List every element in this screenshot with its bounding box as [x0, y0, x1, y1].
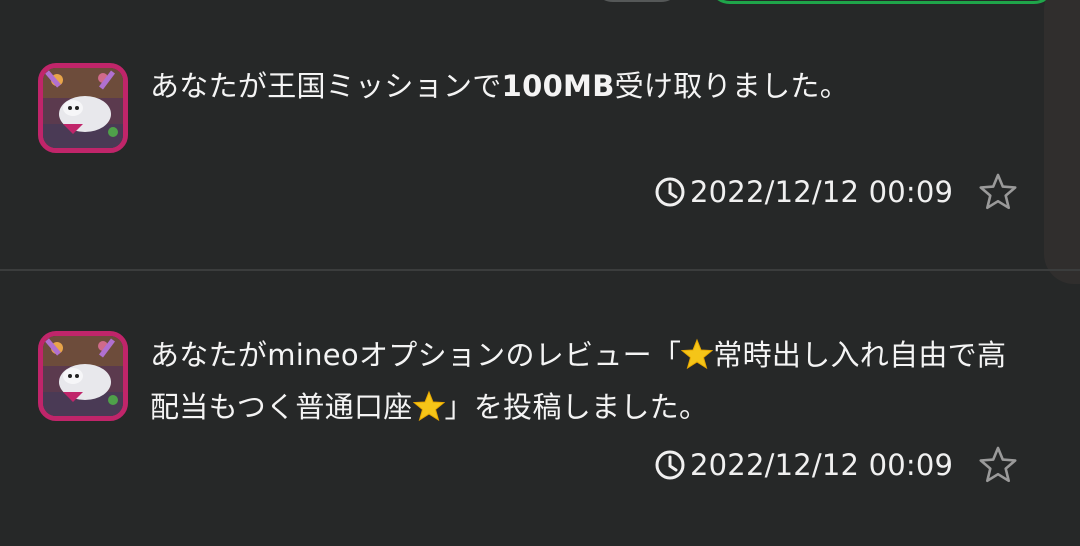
glowing-star-emoji-icon: [681, 338, 714, 370]
star-outline-icon[interactable]: [978, 172, 1018, 212]
notification-list-screen: あなたが王国ミッションで100MB受け取りました。 2022/12/12 00:…: [0, 0, 1080, 546]
notification-meta: 2022/12/12 00:09: [654, 445, 1017, 485]
clock-icon: [655, 177, 685, 207]
glowing-star-emoji-icon: [412, 390, 445, 422]
notification-item[interactable]: あなたがmineoオプションのレビュー「 常時出し入れ自由で高配当もつく普通口座」…: [0, 271, 1080, 546]
data-amount: 100MB: [501, 69, 615, 103]
timestamp: 2022/12/12 00:09: [690, 448, 954, 482]
kingdom-avatar-icon: [38, 63, 128, 153]
timestamp: 2022/12/12 00:09: [690, 175, 954, 209]
clock-icon: [655, 450, 685, 480]
star-outline-icon[interactable]: [978, 445, 1018, 485]
notification-message: あなたが王国ミッションで100MB受け取りました。: [150, 69, 850, 103]
notification-message: あなたがmineoオプションのレビュー「 常時出し入れ自由で高配当もつく普通口座」…: [150, 338, 1007, 424]
kingdom-avatar-icon: [38, 331, 128, 421]
notification-meta: 2022/12/12 00:09: [654, 172, 1017, 212]
notification-item[interactable]: あなたが王国ミッションで100MB受け取りました。 2022/12/12 00:…: [0, 0, 1080, 270]
